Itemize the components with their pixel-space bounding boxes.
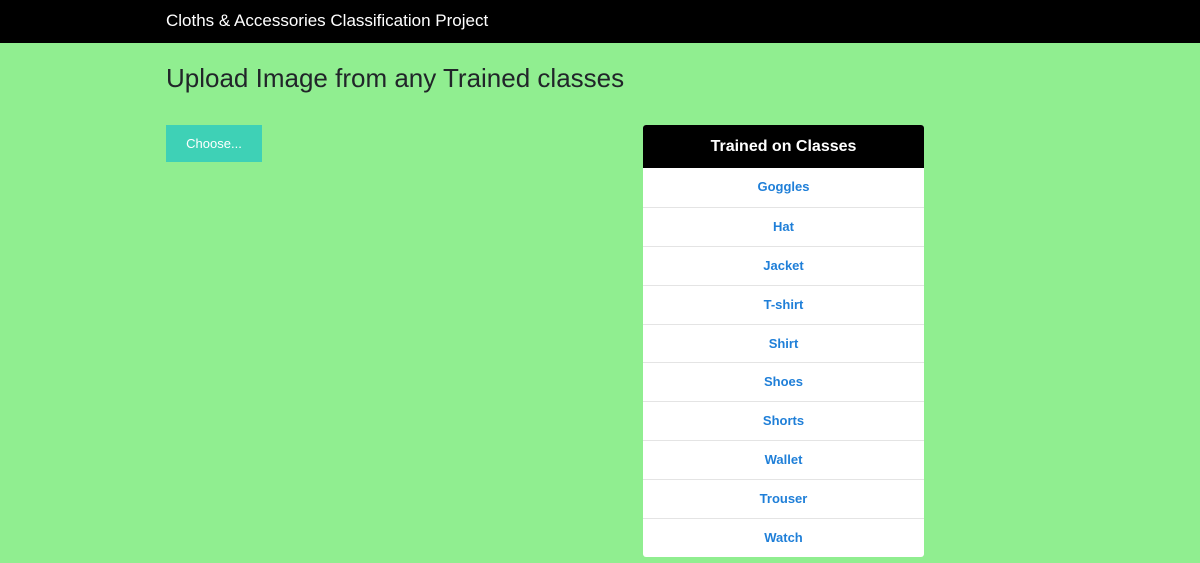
list-item: Shorts	[643, 401, 924, 440]
top-navbar: Cloths & Accessories Classification Proj…	[0, 0, 1200, 43]
list-item: Wallet	[643, 440, 924, 479]
list-item: Jacket	[643, 245, 924, 285]
list-item: T-shirt	[643, 284, 924, 324]
list-item: Trouser	[643, 479, 924, 518]
class-link-shirt[interactable]: Shirt	[769, 336, 799, 351]
class-link-shoes[interactable]: Shoes	[764, 374, 803, 389]
list-item: Watch	[643, 518, 924, 557]
class-link-trouser[interactable]: Trouser	[760, 491, 808, 506]
class-link-wallet[interactable]: Wallet	[765, 452, 803, 467]
list-item: Hat	[643, 206, 924, 246]
trained-classes-panel: Trained on Classes Goggles Hat Jacket T-…	[643, 125, 924, 557]
class-link-shorts[interactable]: Shorts	[763, 413, 804, 428]
choose-file-button[interactable]: Choose...	[166, 125, 262, 162]
trained-classes-header: Trained on Classes	[643, 125, 924, 168]
class-link-goggles[interactable]: Goggles	[757, 179, 809, 194]
page-title: Upload Image from any Trained classes	[166, 63, 625, 93]
class-link-jacket[interactable]: Jacket	[763, 258, 803, 273]
list-item: Shoes	[643, 362, 924, 401]
navbar-brand[interactable]: Cloths & Accessories Classification Proj…	[166, 11, 488, 31]
trained-classes-list: Goggles Hat Jacket T-shirt Shirt Shoes S…	[643, 168, 924, 557]
list-item: Shirt	[643, 323, 924, 363]
class-link-hat[interactable]: Hat	[773, 219, 794, 234]
class-link-watch[interactable]: Watch	[764, 530, 803, 545]
class-link-t-shirt[interactable]: T-shirt	[764, 297, 804, 312]
list-item: Goggles	[643, 168, 924, 207]
